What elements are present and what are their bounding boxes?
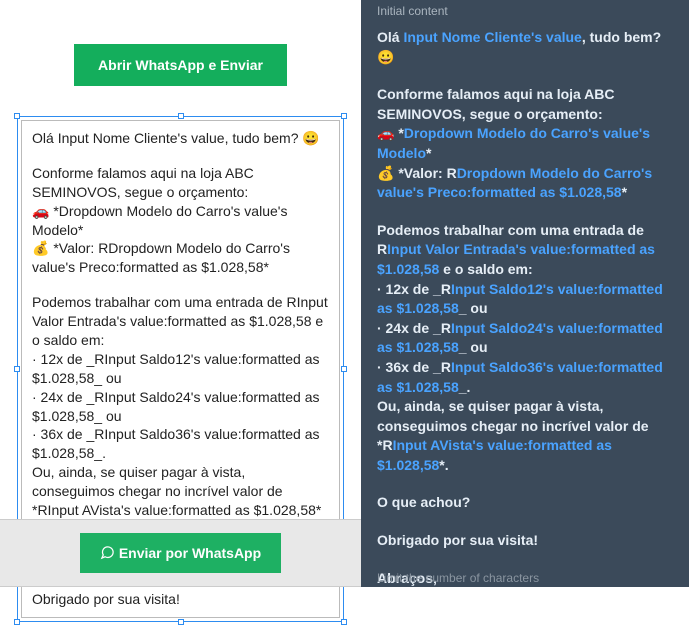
editor-line: · 12x de _RInput Saldo12's value:formatt… (32, 350, 329, 388)
canvas-area[interactable]: Abrir WhatsApp e Enviar Olá Input Nome C… (0, 0, 361, 587)
initial-content-label: Initial content (377, 0, 675, 28)
preview-line: Obrigado por sua visita! (377, 531, 675, 551)
property-editor-panel: Initial content Olá Input Nome Cliente's… (361, 0, 689, 587)
resize-handle-top-mid[interactable] (178, 113, 184, 119)
resize-handle-mid-left[interactable] (14, 366, 20, 372)
resize-handle-bottom-right[interactable] (341, 619, 347, 625)
resize-handle-top-left[interactable] (14, 113, 20, 119)
whatsapp-icon (100, 545, 115, 560)
preview-line: · 36x de _RInput Saldo36's value:formatt… (377, 358, 675, 397)
dynamic-token: Dropdown Modelo do Carro's value's Model… (377, 125, 650, 161)
editor-line: · 24x de _RInput Saldo24's value:formatt… (32, 388, 329, 426)
editor-line: Olá Input Nome Cliente's value, tudo bem… (32, 129, 329, 148)
preview-line: Conforme falamos aqui na loja ABC SEMINO… (377, 85, 675, 124)
preview-line: · 12x de _RInput Saldo12's value:formatt… (377, 280, 675, 319)
preview-line: 💰 *Valor: RDropdown Modelo do Carro's va… (377, 164, 675, 203)
editor-line: 💰 *Valor: RDropdown Modelo do Carro's va… (32, 239, 329, 277)
resize-handle-bottom-left[interactable] (14, 619, 20, 625)
bottom-button-container: Enviar por WhatsApp (0, 519, 361, 587)
dynamic-token: Input AVista's value:formatted as $1.028… (377, 437, 612, 473)
open-whatsapp-button[interactable]: Abrir WhatsApp e Enviar (74, 44, 287, 86)
dynamic-token: Input Nome Cliente's value (403, 29, 581, 45)
preview-line: Podemos trabalhar com uma entrada de RIn… (377, 221, 675, 280)
editor-line: Podemos trabalhar com uma entrada de RIn… (32, 293, 329, 350)
send-whatsapp-button[interactable]: Enviar por WhatsApp (80, 533, 281, 573)
resize-handle-mid-right[interactable] (341, 366, 347, 372)
limit-characters-label: Limit the number of characters (377, 569, 539, 587)
resize-handle-bottom-mid[interactable] (178, 619, 184, 625)
editor-line: Conforme falamos aqui na loja ABC SEMINO… (32, 164, 329, 202)
preview-line: · 24x de _RInput Saldo24's value:formatt… (377, 319, 675, 358)
editor-line: · 36x de _RInput Saldo36's value:formatt… (32, 425, 329, 463)
preview-line: Olá Input Nome Cliente's value, tudo bem… (377, 28, 675, 67)
preview-line: Ou, ainda, se quiser pagar à vista, cons… (377, 397, 675, 475)
editor-line: 🚗 *Dropdown Modelo do Carro's value's Mo… (32, 202, 329, 240)
initial-content-input[interactable]: Olá Input Nome Cliente's value, tudo bem… (377, 28, 675, 587)
preview-line: 🚗 *Dropdown Modelo do Carro's value's Mo… (377, 124, 675, 163)
resize-handle-top-right[interactable] (341, 113, 347, 119)
preview-line: O que achou? (377, 493, 675, 513)
editor-line: Obrigado por sua visita! (32, 590, 329, 609)
